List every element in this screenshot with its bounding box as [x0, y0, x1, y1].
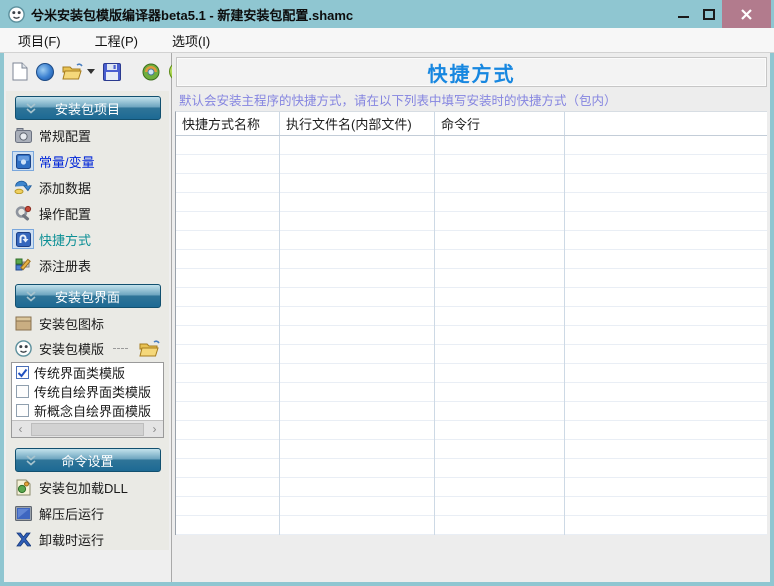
menu-item-project[interactable]: 项目(F)	[18, 31, 61, 50]
section-title: 安装包项目	[55, 99, 120, 118]
sidebar-item-label: 安装包加载DLL	[39, 478, 128, 497]
table-header-row: 快捷方式名称 执行文件名(内部文件) 命令行	[176, 112, 767, 136]
new-file-icon	[12, 62, 28, 81]
build-icon	[141, 63, 161, 81]
checkbox-checked[interactable]	[16, 366, 29, 379]
sidebar-item-label: 添加数据	[39, 178, 91, 197]
menu-item-options[interactable]: 选项(I)	[172, 31, 210, 50]
main-panel: 快捷方式 默认会安装主程序的快捷方式，请在以下列表中填写安装时的快捷方式（包内）…	[172, 53, 770, 582]
template-option[interactable]: 新概念自绘界面模版	[12, 401, 163, 420]
variables-icon	[13, 152, 33, 170]
window-body: 安装包项目 常规配置	[4, 53, 770, 582]
table-body[interactable]	[176, 136, 767, 535]
sidebar-item-label: 常规配置	[39, 126, 91, 145]
sidebar-item-run-on-uninstall[interactable]: 卸载时运行	[10, 526, 165, 552]
sidebar-item-label: 安装包模版	[39, 339, 104, 358]
menu-bar: 项目(F) 工程(P) 选项(I)	[0, 28, 774, 53]
section-header-command-settings[interactable]: 命令设置	[15, 448, 161, 472]
template-option[interactable]: 传统自绘界面类模版	[12, 382, 163, 401]
sidebar-item-label: 常量/变量	[39, 152, 95, 171]
open-folder-icon	[62, 63, 84, 80]
save-floppy-icon	[103, 63, 121, 81]
window-title: 兮米安装包模版编译器beta5.1 - 新建安装包配置.shamc	[31, 5, 353, 24]
section-header-package-project[interactable]: 安装包项目	[15, 96, 161, 120]
open-button[interactable]	[62, 63, 95, 80]
close-button[interactable]	[722, 0, 771, 28]
chevron-double-down-icon	[26, 455, 36, 466]
table-column[interactable]	[280, 136, 435, 535]
column-header-extra[interactable]	[565, 112, 767, 135]
template-listbox: 传统界面类模版 传统自绘界面类模版 新概念自绘界面模版 ‹ ›	[11, 362, 164, 438]
section-header-package-ui[interactable]: 安装包界面	[15, 284, 161, 308]
sidebar-item-add-data[interactable]: 添加数据	[10, 174, 165, 200]
left-panel: 安装包项目 常规配置	[4, 53, 172, 582]
tools-icon	[13, 204, 33, 222]
shortcut-icon	[13, 230, 33, 248]
maximize-button[interactable]	[696, 0, 722, 28]
sidebar-item-package-icon[interactable]: 安装包图标	[10, 310, 165, 336]
checkbox-unchecked[interactable]	[16, 385, 29, 398]
chevron-double-down-icon	[26, 291, 36, 302]
scroll-left-icon[interactable]: ‹	[12, 422, 29, 437]
page-description: 默认会安装主程序的快捷方式，请在以下列表中填写安装时的快捷方式（包内）	[175, 87, 768, 111]
globe-icon	[36, 63, 54, 81]
add-data-icon	[13, 178, 33, 196]
package-box-icon	[13, 314, 33, 332]
shortcuts-table[interactable]: 快捷方式名称 执行文件名(内部文件) 命令行	[175, 111, 767, 535]
globe-button[interactable]	[36, 63, 54, 81]
sidebar-item-label: 卸载时运行	[39, 530, 104, 549]
sidebar-item-label: 快捷方式	[39, 230, 91, 249]
sidebar-item-label: 安装包图标	[39, 314, 104, 333]
title-bar: 兮米安装包模版编译器beta5.1 - 新建安装包配置.shamc	[0, 0, 774, 28]
scrollbar-thumb[interactable]	[31, 423, 144, 436]
column-header-command-line[interactable]: 命令行	[435, 112, 565, 135]
table-column[interactable]	[435, 136, 565, 535]
minimize-button[interactable]	[670, 0, 696, 28]
sidebar-item-label: 解压后运行	[39, 504, 104, 523]
open-dropdown-caret-icon[interactable]	[87, 69, 95, 74]
toolbar	[4, 53, 171, 90]
template-option[interactable]: 传统界面类模版	[12, 363, 163, 382]
sidebar-item-load-dll[interactable]: 安装包加载DLL	[10, 474, 165, 500]
sidebar-item-label: 操作配置	[39, 204, 91, 223]
sidebar-item-label: 添注册表	[39, 256, 91, 275]
build-button[interactable]	[141, 63, 161, 81]
run-after-extract-icon	[13, 504, 33, 522]
column-header-exe-file[interactable]: 执行文件名(内部文件)	[280, 112, 435, 135]
column-header-shortcut-name[interactable]: 快捷方式名称	[176, 112, 280, 135]
sidebar-item-add-registry[interactable]: 添注册表	[10, 252, 165, 278]
new-file-button[interactable]	[12, 62, 28, 81]
section-title: 安装包界面	[55, 287, 120, 306]
table-column[interactable]	[565, 136, 767, 535]
sidebar-item-constants-variables[interactable]: 常量/变量	[10, 148, 165, 174]
template-logo-icon	[13, 339, 33, 357]
page-title: 快捷方式	[428, 58, 516, 87]
dll-icon	[13, 478, 33, 496]
window-controls	[670, 0, 774, 28]
section-title: 命令设置	[61, 451, 113, 470]
sidebar: 安装包项目 常规配置	[6, 91, 169, 550]
app-logo-icon	[8, 6, 25, 23]
template-option-label: 传统自绘界面类模版	[34, 382, 151, 401]
horizontal-scrollbar[interactable]: ‹ ›	[12, 420, 163, 437]
open-folder-icon[interactable]	[139, 340, 161, 357]
registry-icon	[13, 256, 33, 274]
menu-item-build[interactable]: 工程(P)	[95, 31, 138, 50]
camera-icon	[13, 126, 33, 144]
table-column[interactable]	[176, 136, 280, 535]
sidebar-item-general-config[interactable]: 常规配置	[10, 122, 165, 148]
uninstall-run-icon	[13, 530, 33, 548]
divider	[113, 348, 128, 349]
chevron-double-down-icon	[26, 103, 36, 114]
checkbox-unchecked[interactable]	[16, 404, 29, 417]
sidebar-item-shortcuts[interactable]: 快捷方式	[10, 226, 165, 252]
scroll-right-icon[interactable]: ›	[146, 422, 163, 437]
page-header: 快捷方式	[176, 57, 767, 87]
template-option-label: 传统界面类模版	[34, 363, 125, 382]
sidebar-item-run-after-extract[interactable]: 解压后运行	[10, 500, 165, 526]
save-button[interactable]	[103, 63, 121, 81]
sidebar-item-operation-config[interactable]: 操作配置	[10, 200, 165, 226]
sidebar-item-package-template[interactable]: 安装包模版	[10, 336, 165, 360]
template-option-label: 新概念自绘界面模版	[34, 401, 151, 420]
